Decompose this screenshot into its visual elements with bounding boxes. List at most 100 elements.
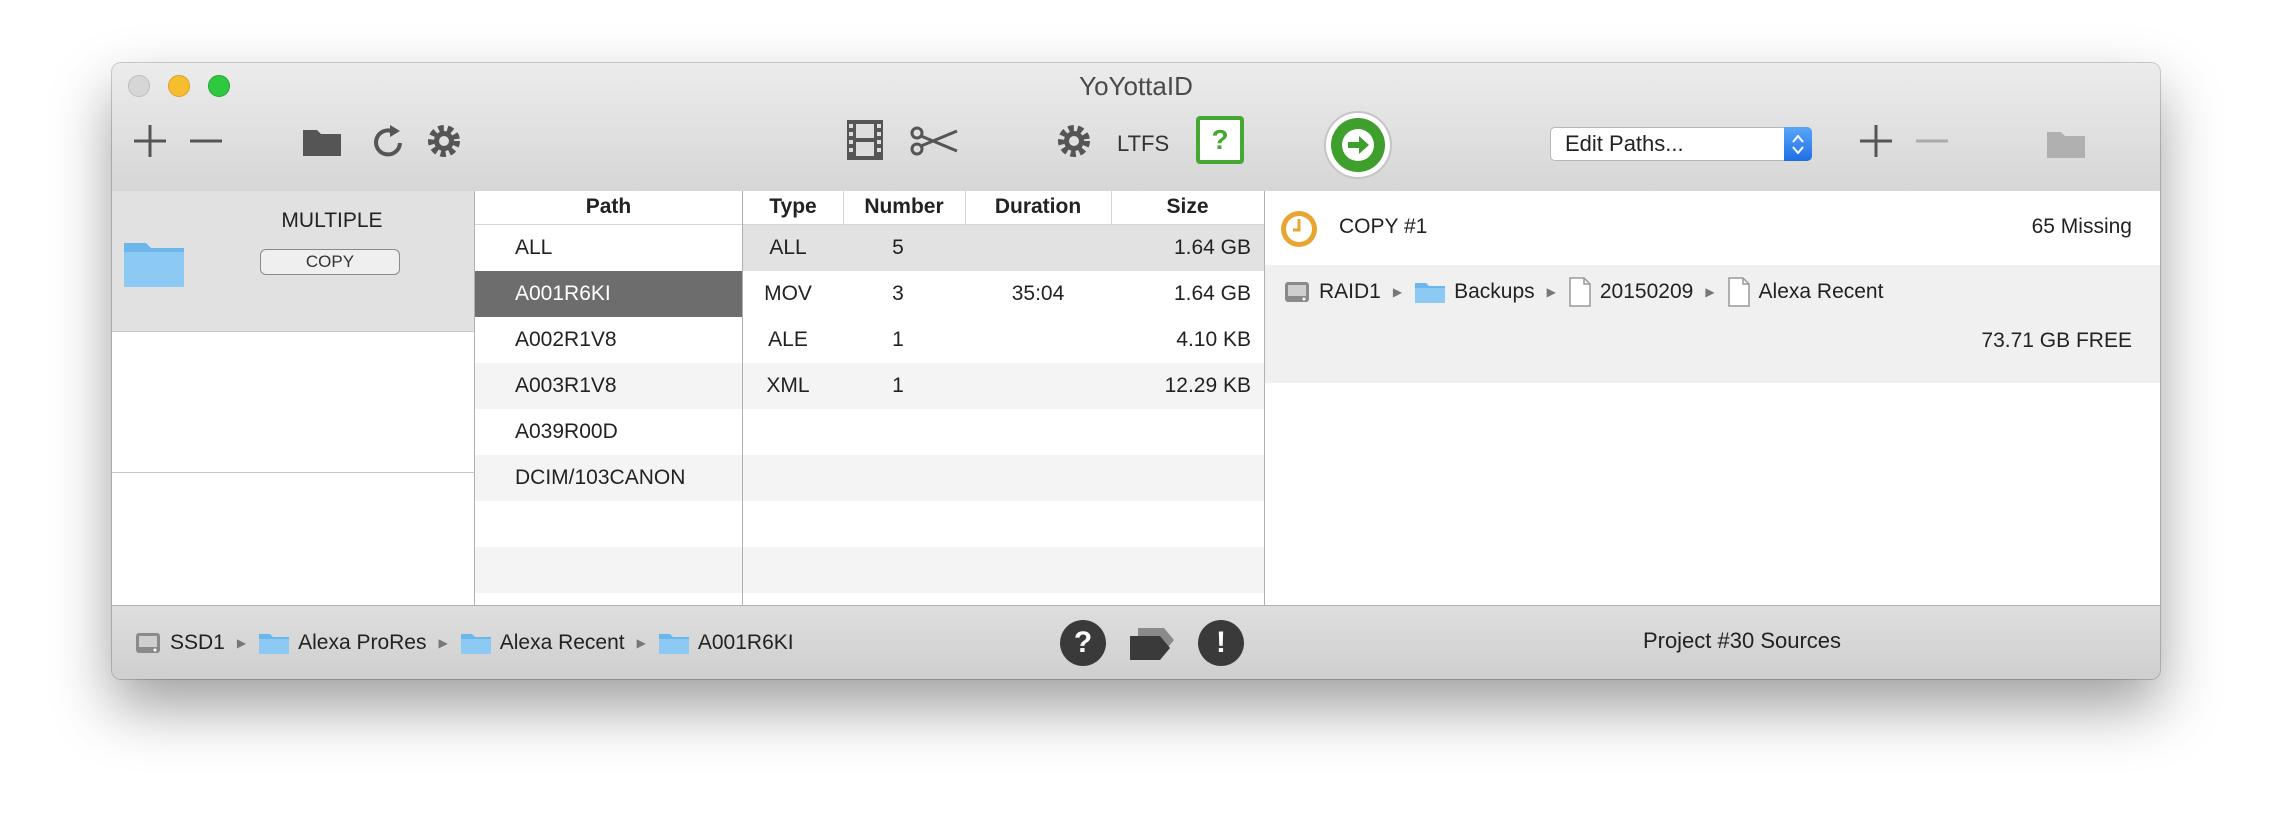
- path-label: A001R6KI: [515, 282, 611, 305]
- hard-drive-icon: [1285, 282, 1309, 302]
- source-item[interactable]: MULTIPLE COPY: [112, 191, 474, 332]
- source-slot-empty[interactable]: [112, 332, 474, 473]
- duration-cell: 35:04: [1011, 282, 1065, 305]
- source-folder-button[interactable]: [300, 121, 344, 161]
- folder-icon: [1415, 283, 1446, 303]
- arrow-right-icon: [1331, 118, 1385, 172]
- ltfs-settings-button[interactable]: [1052, 119, 1096, 163]
- chevron-right-icon: ▶: [438, 636, 448, 650]
- path-row[interactable]: ALL: [475, 225, 742, 271]
- path-list: ALL A001R6KI A002R1V8 A003R1V8 A039R00D …: [475, 225, 742, 593]
- number-cell: 1: [892, 374, 904, 397]
- free-space: 73.71 GB FREE: [1981, 329, 2132, 352]
- empty-row: [743, 501, 1264, 547]
- size-cell: 1.64 GB: [1173, 282, 1251, 305]
- path-label: A039R00D: [515, 420, 618, 443]
- trim-button[interactable]: [908, 123, 960, 159]
- breadcrumb-volume[interactable]: SSD1: [170, 631, 225, 655]
- add-destination-button[interactable]: [1856, 121, 1896, 161]
- window-title: YoYottaID: [1079, 71, 1193, 101]
- breadcrumb-folder[interactable]: 20150209: [1600, 280, 1693, 304]
- help-icon[interactable]: ?: [1060, 620, 1106, 666]
- number-column-header[interactable]: Number: [843, 191, 965, 225]
- folder-icon: [2047, 132, 2085, 158]
- start-copy-button[interactable]: [1324, 111, 1392, 179]
- empty-row: [475, 501, 742, 547]
- size-column-header[interactable]: Size: [1111, 191, 1264, 225]
- destination-panel: COPY #1 65 Missing RAID1 ▶ Backups ▶ 201…: [1265, 191, 2160, 605]
- destination-path-row[interactable]: RAID1 ▶ Backups ▶ 20150209 ▶ Alexa Recen…: [1265, 265, 2160, 383]
- sources-panel: MULTIPLE COPY: [112, 191, 475, 605]
- document-icon: [1727, 277, 1750, 307]
- minus-icon: [1916, 139, 1948, 143]
- source-label: MULTIPLE: [281, 209, 383, 232]
- toolbar: YoYottaID LTFS ? Edit Paths...: [112, 63, 2160, 192]
- empty-row: [743, 455, 1264, 501]
- document-icon: [1569, 277, 1591, 307]
- type-row[interactable]: MOV 3 35:04 1.64 GB: [743, 271, 1264, 317]
- folder-icon: [259, 634, 290, 654]
- add-source-button[interactable]: [130, 121, 170, 161]
- tags-icon[interactable]: [1126, 624, 1178, 669]
- breadcrumb-folder[interactable]: Backups: [1454, 280, 1535, 304]
- path-label: A002R1V8: [515, 328, 617, 351]
- path-label: A003R1V8: [515, 374, 617, 397]
- column-divider: [965, 191, 966, 224]
- destination-copy-row[interactable]: COPY #1 65 Missing: [1265, 191, 2160, 265]
- hard-drive-icon: [136, 633, 160, 653]
- path-column-header[interactable]: Path: [475, 191, 742, 225]
- minus-icon: [190, 139, 222, 143]
- destination-breadcrumb: RAID1 ▶ Backups ▶ 20150209 ▶ Alexa Recen…: [1283, 275, 1883, 309]
- folder-icon: [303, 130, 341, 156]
- type-row[interactable]: ALE 1 4.10 KB: [743, 317, 1264, 363]
- project-label: Project #30 Sources: [1642, 628, 1842, 653]
- file-type-panel: Type Number Duration Size ALL 5 1.64 GB …: [743, 191, 1265, 605]
- folder-icon: [658, 634, 689, 654]
- type-row[interactable]: ALL 5 1.64 GB: [743, 225, 1264, 271]
- chevron-right-icon: ▶: [636, 636, 646, 650]
- remove-destination-button[interactable]: [1912, 121, 1952, 161]
- number-cell: 3: [892, 282, 904, 305]
- file-type-list: ALL 5 1.64 GB MOV 3 35:04 1.64 GB ALE 1 …: [743, 225, 1264, 593]
- breadcrumb-folder[interactable]: Alexa ProRes: [298, 631, 426, 655]
- path-row-selected[interactable]: A001R6KI: [475, 271, 742, 317]
- edit-paths-value: Edit Paths...: [1565, 131, 1684, 156]
- duration-column-header[interactable]: Duration: [965, 191, 1111, 225]
- copy-label: COPY #1: [1339, 215, 1428, 238]
- clock-icon: [1279, 209, 1319, 254]
- path-row[interactable]: A003R1V8: [475, 363, 742, 409]
- chevron-right-icon: ▶: [1546, 285, 1556, 299]
- help-button[interactable]: ?: [1196, 116, 1244, 164]
- size-cell: 1.64 GB: [1173, 236, 1251, 259]
- source-settings-button[interactable]: [422, 119, 466, 163]
- gear-icon: [1058, 125, 1090, 157]
- type-row[interactable]: XML 1 12.29 KB: [743, 363, 1264, 409]
- breadcrumb-folder[interactable]: Alexa Recent: [1759, 280, 1884, 304]
- refresh-button[interactable]: [368, 119, 410, 163]
- column-divider: [1111, 191, 1112, 224]
- edit-paths-select[interactable]: Edit Paths...: [1550, 127, 1812, 161]
- film-clip-button[interactable]: [844, 117, 886, 163]
- type-cell: MOV: [764, 282, 812, 305]
- empty-row: [475, 547, 742, 593]
- status-bar: SSD1 ▶ Alexa ProRes ▶ Alexa Recent ▶ A00…: [112, 605, 2160, 679]
- breadcrumb-volume[interactable]: RAID1: [1319, 280, 1381, 304]
- path-row[interactable]: DCIM/103CANON: [475, 455, 742, 501]
- type-cell: XML: [766, 374, 810, 397]
- gear-icon: [428, 125, 460, 157]
- plus-icon: [1860, 125, 1892, 157]
- refresh-icon: [374, 125, 402, 157]
- folder-icon: [122, 237, 186, 294]
- alert-icon[interactable]: !: [1198, 620, 1244, 666]
- column-divider: [843, 191, 844, 224]
- copy-badge-button[interactable]: COPY: [260, 249, 400, 275]
- remove-source-button[interactable]: [186, 121, 226, 161]
- breadcrumb-folder[interactable]: A001R6KI: [698, 631, 794, 655]
- film-strip-icon: [847, 120, 883, 160]
- path-row[interactable]: A002R1V8: [475, 317, 742, 363]
- destination-folder-button[interactable]: [2044, 123, 2088, 163]
- folder-icon: [460, 634, 491, 654]
- breadcrumb-folder[interactable]: Alexa Recent: [500, 631, 625, 655]
- path-row[interactable]: A039R00D: [475, 409, 742, 455]
- type-column-header[interactable]: Type: [743, 191, 843, 225]
